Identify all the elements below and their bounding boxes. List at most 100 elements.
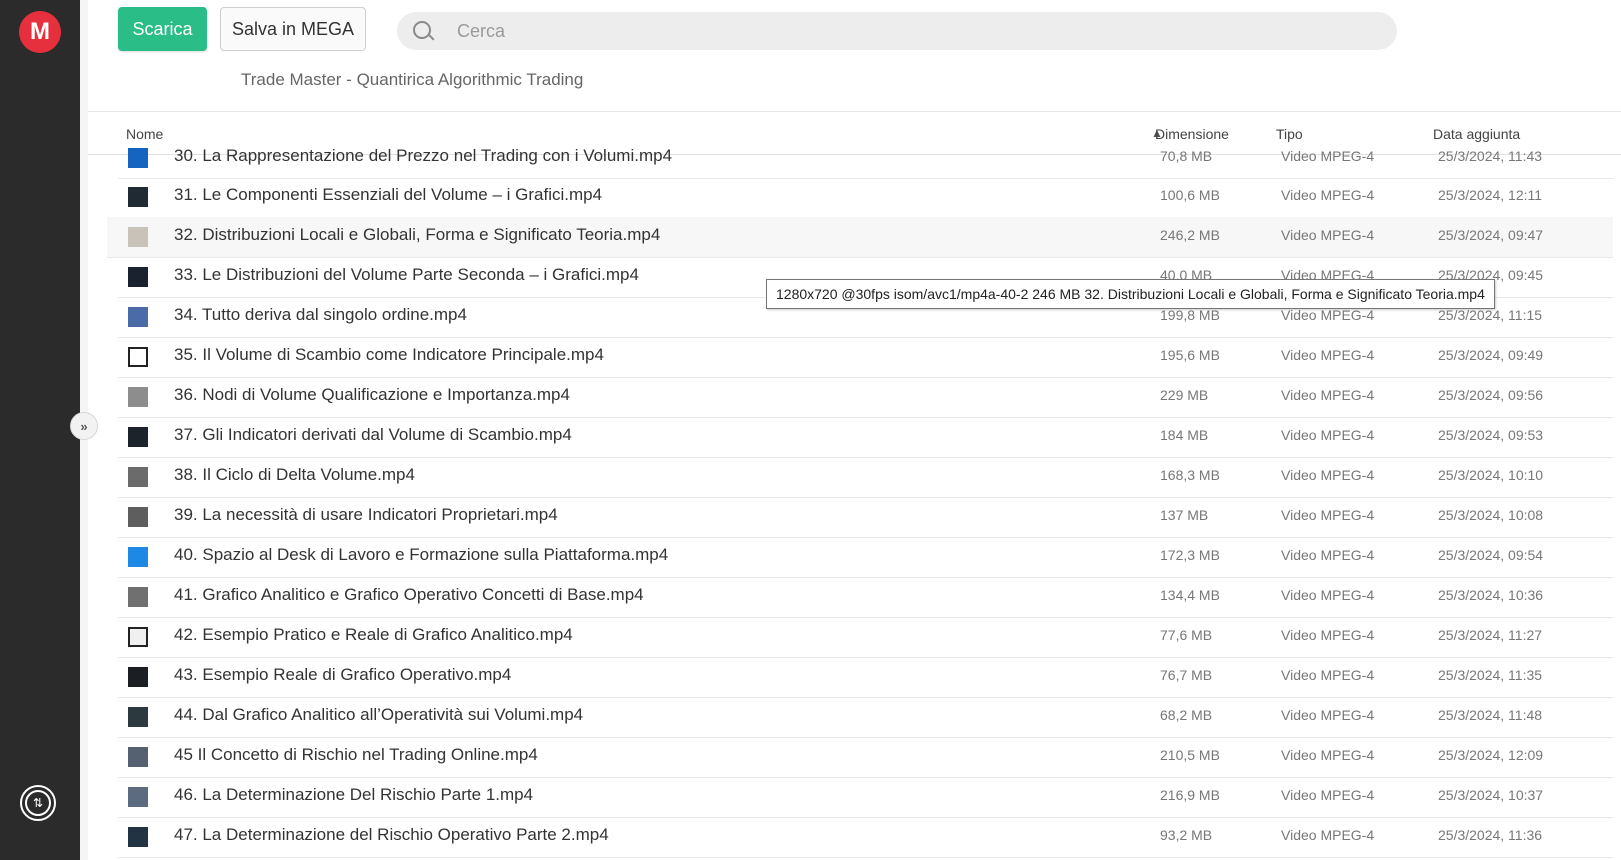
video-thumbnail-icon — [128, 627, 148, 647]
file-name: 40. Spazio al Desk di Lavoro e Formazion… — [174, 545, 669, 564]
file-row[interactable]: 41. Grafico Analitico e Grafico Operativ… — [118, 577, 1613, 618]
file-row[interactable]: 47. La Determinazione del Rischio Operat… — [118, 817, 1613, 858]
file-size: 246,2 MB — [1160, 227, 1220, 243]
file-row[interactable]: 42. Esempio Pratico e Reale di Grafico A… — [118, 617, 1613, 658]
file-size: 184 MB — [1160, 427, 1209, 443]
file-name: 31. Le Componenti Essenziali del Volume … — [174, 185, 603, 204]
video-thumbnail-icon — [128, 827, 148, 847]
file-date-added: 25/3/2024, 10:08 — [1438, 507, 1544, 523]
search-input[interactable] — [455, 19, 1359, 43]
video-thumbnail-icon — [128, 587, 148, 607]
file-type: Video MPEG-4 — [1281, 387, 1375, 403]
file-size: 76,7 MB — [1160, 667, 1213, 683]
file-name: 37. Gli Indicatori derivati dal Volume d… — [174, 425, 572, 444]
file-size: 210,5 MB — [1160, 747, 1220, 763]
file-type: Video MPEG-4 — [1281, 547, 1375, 563]
file-date-added: 25/3/2024, 09:47 — [1438, 227, 1544, 243]
column-header-type[interactable]: Tipo — [1276, 126, 1303, 142]
video-thumbnail-icon — [128, 707, 148, 727]
file-name: 38. Il Ciclo di Delta Volume.mp4 — [174, 465, 415, 484]
file-size: 195,6 MB — [1160, 347, 1220, 363]
file-name: 30. La Rappresentazione del Prezzo nel T… — [174, 147, 673, 165]
file-row[interactable]: 44. Dal Grafico Analitico all’Operativit… — [118, 697, 1613, 738]
file-date-added: 25/3/2024, 11:48 — [1438, 707, 1543, 723]
video-thumbnail-icon — [128, 467, 148, 487]
video-thumbnail-icon — [128, 148, 148, 168]
search-bar — [397, 12, 1397, 50]
file-name: 45 Il Concetto di Rischio nel Trading On… — [174, 745, 538, 764]
file-name: 46. La Determinazione Del Rischio Parte … — [174, 785, 534, 804]
column-header-name[interactable]: Nome — [126, 126, 163, 142]
video-thumbnail-icon — [128, 187, 148, 207]
file-name: 32. Distribuzioni Locali e Globali, Form… — [174, 225, 661, 244]
video-thumbnail-icon — [128, 747, 148, 767]
file-row[interactable]: 32. Distribuzioni Locali e Globali, Form… — [107, 217, 1613, 258]
file-name: 36. Nodi di Volume Qualificazione e Impo… — [174, 385, 570, 404]
file-type: Video MPEG-4 — [1281, 667, 1375, 683]
folder-breadcrumb[interactable]: Trade Master - Quantirica Algorithmic Tr… — [241, 70, 583, 90]
file-name: 39. La necessità di usare Indicatori Pro… — [174, 505, 558, 524]
file-date-added: 25/3/2024, 11:36 — [1438, 827, 1543, 843]
file-size: 77,6 MB — [1160, 627, 1213, 643]
video-thumbnail-icon — [128, 547, 148, 567]
file-size: 168,3 MB — [1160, 467, 1220, 483]
search-icon[interactable] — [413, 21, 435, 41]
file-row[interactable]: 43. Esempio Reale di Grafico Operativo.m… — [118, 657, 1613, 698]
file-type: Video MPEG-4 — [1281, 587, 1375, 603]
file-date-added: 25/3/2024, 11:43 — [1438, 148, 1543, 164]
file-type: Video MPEG-4 — [1281, 148, 1375, 164]
file-date-added: 25/3/2024, 12:09 — [1438, 747, 1544, 763]
file-date-added: 25/3/2024, 09:56 — [1438, 387, 1544, 403]
video-thumbnail-icon — [128, 667, 148, 687]
file-date-added: 25/3/2024, 09:53 — [1438, 427, 1544, 443]
file-date-added: 25/3/2024, 11:27 — [1438, 627, 1543, 643]
file-type: Video MPEG-4 — [1281, 827, 1375, 843]
video-thumbnail-icon — [128, 307, 148, 327]
file-date-added: 25/3/2024, 10:36 — [1438, 587, 1544, 603]
file-row[interactable]: 35. Il Volume di Scambio come Indicatore… — [118, 337, 1613, 378]
file-date-added: 25/3/2024, 11:35 — [1438, 667, 1543, 683]
file-size: 199,8 MB — [1160, 307, 1220, 323]
file-date-added: 25/3/2024, 09:54 — [1438, 547, 1544, 563]
file-type: Video MPEG-4 — [1281, 347, 1375, 363]
file-row[interactable]: 45 Il Concetto di Rischio nel Trading On… — [118, 737, 1613, 778]
file-row[interactable]: 40. Spazio al Desk di Lavoro e Formazion… — [118, 537, 1613, 578]
file-type: Video MPEG-4 — [1281, 307, 1375, 323]
file-type: Video MPEG-4 — [1281, 787, 1375, 803]
file-name: 41. Grafico Analitico e Grafico Operativ… — [174, 585, 644, 604]
file-size: 229 MB — [1160, 387, 1209, 403]
file-size: 134,4 MB — [1160, 587, 1220, 603]
file-row[interactable]: 36. Nodi di Volume Qualificazione e Impo… — [118, 377, 1613, 418]
file-type: Video MPEG-4 — [1281, 507, 1375, 523]
video-thumbnail-icon — [128, 387, 148, 407]
file-info-tooltip: 1280x720 @30fps isom/avc1/mp4a-40-2 246 … — [766, 279, 1495, 309]
download-button[interactable]: Scarica — [118, 7, 207, 51]
column-header-size[interactable]: Dimensione — [1155, 126, 1229, 142]
file-row[interactable]: 30. La Rappresentazione del Prezzo nel T… — [118, 147, 1613, 179]
file-type: Video MPEG-4 — [1281, 627, 1375, 643]
file-date-added: 25/3/2024, 10:10 — [1438, 467, 1544, 483]
file-row[interactable]: 37. Gli Indicatori derivati dal Volume d… — [118, 417, 1613, 458]
file-size: 100,6 MB — [1160, 187, 1220, 203]
file-type: Video MPEG-4 — [1281, 707, 1375, 723]
mega-logo[interactable]: M — [19, 11, 61, 53]
video-thumbnail-icon — [128, 227, 148, 247]
video-thumbnail-icon — [128, 427, 148, 447]
file-type: Video MPEG-4 — [1281, 187, 1375, 203]
file-name: 34. Tutto deriva dal singolo ordine.mp4 — [174, 305, 467, 324]
file-date-added: 25/3/2024, 12:11 — [1438, 187, 1543, 203]
file-type: Video MPEG-4 — [1281, 227, 1375, 243]
file-date-added: 25/3/2024, 09:49 — [1438, 347, 1544, 363]
video-thumbnail-icon — [128, 267, 148, 287]
file-row[interactable]: 46. La Determinazione Del Rischio Parte … — [118, 777, 1613, 818]
video-thumbnail-icon — [128, 787, 148, 807]
file-size: 216,9 MB — [1160, 787, 1220, 803]
file-row[interactable]: 39. La necessità di usare Indicatori Pro… — [118, 497, 1613, 538]
save-to-mega-button[interactable]: Salva in MEGA — [220, 7, 366, 51]
file-type: Video MPEG-4 — [1281, 427, 1375, 443]
column-header-date[interactable]: Data aggiunta — [1433, 126, 1520, 142]
file-row[interactable]: 31. Le Componenti Essenziali del Volume … — [118, 177, 1613, 218]
file-row[interactable]: 38. Il Ciclo di Delta Volume.mp4 168,3 MB… — [118, 457, 1613, 498]
file-type: Video MPEG-4 — [1281, 747, 1375, 763]
file-size: 93,2 MB — [1160, 827, 1213, 843]
